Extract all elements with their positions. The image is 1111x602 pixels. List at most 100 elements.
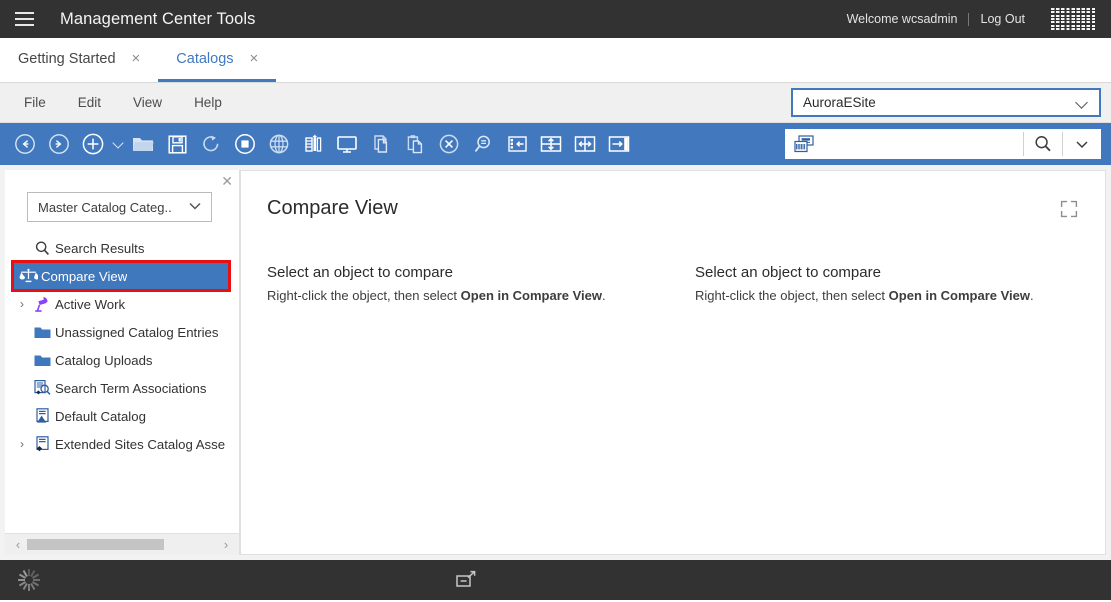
- hint-prefix: Right-click the object, then select: [267, 288, 461, 303]
- hamburger-menu-icon[interactable]: [0, 0, 48, 38]
- main-toolbar: [0, 123, 1111, 165]
- sidebar-item-label: Default Catalog: [55, 408, 146, 424]
- application-window: Management Center Tools Welcome wcsadmin…: [0, 0, 1111, 602]
- find-in-tree-button[interactable]: [501, 128, 533, 160]
- close-icon[interactable]: ✕: [221, 174, 233, 188]
- store-selector-value: AuroraESite: [803, 95, 876, 110]
- sidebar-item-label: Extended Sites Catalog Asse: [55, 436, 226, 452]
- catalog-search-icon: [785, 129, 823, 159]
- search-icon[interactable]: [1024, 129, 1062, 159]
- chevron-down-icon: [1077, 97, 1089, 109]
- close-icon[interactable]: ×: [132, 51, 141, 66]
- tab-label: Getting Started: [18, 50, 116, 67]
- explorer-panel: ✕ Master Catalog Categ.. › Search Result…: [5, 170, 240, 555]
- sidebar-item-label: Search Term Associations: [55, 380, 207, 396]
- sidebar-item-search-results[interactable]: › Search Results: [5, 234, 239, 262]
- show-panel-button[interactable]: [603, 128, 635, 160]
- active-work-icon: [29, 295, 55, 313]
- new-button[interactable]: [77, 128, 109, 160]
- globalization-button[interactable]: [263, 128, 295, 160]
- hint-prefix: Right-click the object, then select: [695, 288, 889, 303]
- hint-bold: Open in Compare View: [460, 288, 603, 303]
- open-button[interactable]: [127, 128, 159, 160]
- forward-button[interactable]: [43, 128, 75, 160]
- sidebar-item-compare-view[interactable]: Compare View: [11, 260, 231, 292]
- sidebar-item-label: Unassigned Catalog Entries: [55, 324, 219, 340]
- search-dropdown-chevron-down-icon[interactable]: [1063, 129, 1101, 159]
- search-term-icon: [29, 379, 55, 397]
- menu-view[interactable]: View: [117, 83, 178, 123]
- expand-icon[interactable]: [1059, 199, 1079, 224]
- sidebar-item-default-catalog[interactable]: › Default Catalog: [5, 402, 239, 430]
- detach-window-icon[interactable]: [455, 570, 477, 595]
- sidebar-item-unassigned-catalog-entries[interactable]: › Unassigned Catalog Entries: [5, 318, 239, 346]
- store-selector[interactable]: AuroraESite: [791, 88, 1101, 117]
- right-pane-hint: Right-click the object, then select Open…: [695, 288, 1105, 303]
- stop-button[interactable]: [229, 128, 261, 160]
- toolbar-search-box[interactable]: [785, 129, 1101, 159]
- expander-icon[interactable]: ›: [15, 437, 29, 451]
- sidebar-item-active-work[interactable]: › Active Work: [5, 290, 239, 318]
- menu-edit[interactable]: Edit: [62, 83, 117, 123]
- header-right-group: Welcome wcsadmin Log Out: [837, 0, 1111, 38]
- folder-icon: [29, 325, 55, 340]
- sidebar-item-label: Search Results: [55, 240, 145, 256]
- loading-spinner-icon: [18, 569, 40, 591]
- compare-pane-left: Select an object to compare Right-click …: [241, 264, 673, 303]
- save-button[interactable]: [161, 128, 193, 160]
- chevron-down-icon: [187, 200, 203, 215]
- scroll-right-arrow-icon[interactable]: ›: [217, 537, 235, 552]
- hint-suffix: .: [1030, 288, 1034, 303]
- preview-button[interactable]: [331, 128, 363, 160]
- sidebar-item-catalog-uploads[interactable]: › Catalog Uploads: [5, 346, 239, 374]
- compare-view-panel: Compare View Select an object to compare…: [240, 170, 1106, 555]
- top-header-bar: Management Center Tools Welcome wcsadmin…: [0, 0, 1111, 38]
- page-title: Compare View: [267, 197, 398, 219]
- app-title: Management Center Tools: [60, 9, 256, 28]
- delete-button[interactable]: [433, 128, 465, 160]
- sidebar-item-label: Active Work: [55, 296, 126, 312]
- scrollbar-track[interactable]: [27, 539, 217, 550]
- menu-help[interactable]: Help: [178, 83, 238, 123]
- expander-icon[interactable]: ›: [15, 297, 29, 311]
- copy-button[interactable]: [365, 128, 397, 160]
- refresh-button[interactable]: [195, 128, 227, 160]
- tab-getting-started[interactable]: Getting Started ×: [0, 38, 158, 82]
- right-pane-heading: Select an object to compare: [695, 264, 881, 281]
- welcome-label: Welcome wcsadmin: [846, 12, 958, 26]
- new-dropdown-chevron-down-icon[interactable]: [110, 142, 126, 147]
- left-pane-hint: Right-click the object, then select Open…: [267, 288, 673, 303]
- sidebar-item-label: Compare View: [41, 268, 128, 284]
- list-button[interactable]: [297, 128, 329, 160]
- scroll-left-arrow-icon[interactable]: ‹: [9, 537, 27, 552]
- hint-suffix: .: [602, 288, 606, 303]
- sidebar-item-search-term-associations[interactable]: › Search Term Associations: [5, 374, 239, 402]
- logout-link[interactable]: Log Out: [969, 12, 1037, 26]
- status-bar: [0, 560, 1111, 600]
- sidebar-item-extended-sites-catalog-asset-store[interactable]: › Extended Sites Catalog Asse: [5, 430, 239, 458]
- sidebar-item-label: Catalog Uploads: [55, 352, 153, 368]
- compare-pane-right: Select an object to compare Right-click …: [673, 264, 1105, 303]
- catalog-selector-value: Master Catalog Categ..: [38, 199, 172, 215]
- catalog-selector[interactable]: Master Catalog Categ..: [27, 192, 212, 222]
- split-horizontal-button[interactable]: [535, 128, 567, 160]
- menu-file[interactable]: File: [8, 83, 62, 123]
- folder-icon: [29, 353, 55, 368]
- left-pane-heading: Select an object to compare: [267, 264, 453, 281]
- hint-bold: Open in Compare View: [888, 288, 1031, 303]
- compare-columns: Select an object to compare Right-click …: [241, 220, 1105, 303]
- back-button[interactable]: [9, 128, 41, 160]
- split-vertical-button[interactable]: [569, 128, 601, 160]
- search-icon: [29, 240, 55, 257]
- close-icon[interactable]: ×: [250, 51, 259, 66]
- explorer-horizontal-scrollbar[interactable]: ‹ ›: [5, 533, 239, 555]
- tab-catalogs[interactable]: Catalogs ×: [158, 38, 277, 82]
- search-input[interactable]: [823, 129, 1023, 159]
- catalog-tree: › Search Results Compare View ›: [5, 232, 239, 533]
- paste-button[interactable]: [399, 128, 431, 160]
- catalog-asset-icon: [29, 435, 55, 453]
- menu-bar: File Edit View Help AuroraESite: [0, 83, 1111, 123]
- find-button[interactable]: [467, 128, 499, 160]
- scrollbar-thumb[interactable]: [27, 539, 164, 550]
- catalog-icon: [29, 407, 55, 425]
